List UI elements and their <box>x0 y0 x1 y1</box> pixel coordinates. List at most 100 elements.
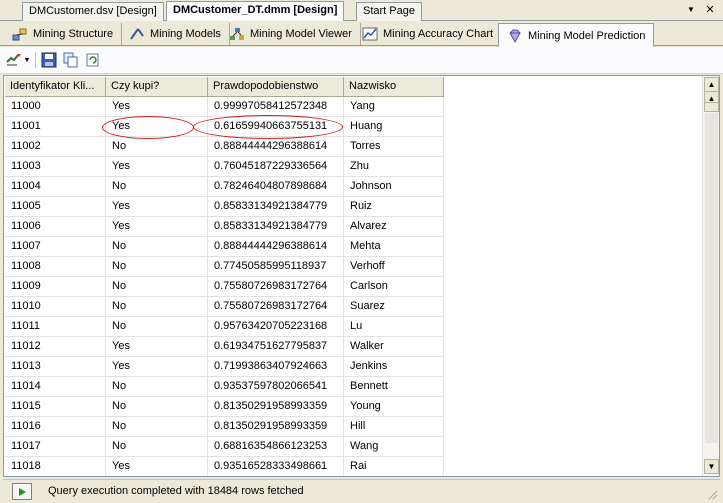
cell-will-buy[interactable]: Yes <box>106 197 208 217</box>
cell-probability[interactable]: 0.61934751627795837 <box>208 337 344 357</box>
vertical-scrollbar[interactable]: ▲ ▲ ▼ <box>702 76 719 476</box>
table-row[interactable]: 11009 No 0.75580726983172764 Carlson <box>5 277 444 297</box>
cell-customer-id[interactable]: 11006 <box>5 217 106 237</box>
cell-last-name[interactable]: Torres <box>344 137 444 157</box>
cell-probability[interactable]: 0.68816354866123253 <box>208 437 344 457</box>
play-icon[interactable] <box>12 483 32 500</box>
cell-customer-id[interactable]: 11011 <box>5 317 106 337</box>
cell-will-buy[interactable]: Yes <box>106 217 208 237</box>
cell-will-buy[interactable]: Yes <box>106 457 208 476</box>
table-row[interactable]: 11002 No 0.88844444296388614 Torres <box>5 137 444 157</box>
cell-last-name[interactable]: Rai <box>344 457 444 476</box>
cell-will-buy[interactable]: Yes <box>106 97 208 117</box>
cell-last-name[interactable]: Mehta <box>344 237 444 257</box>
cell-last-name[interactable]: Johnson <box>344 177 444 197</box>
cell-probability[interactable]: 0.61659940663755131 <box>208 117 344 137</box>
cell-last-name[interactable]: Alvarez <box>344 217 444 237</box>
cell-customer-id[interactable]: 11016 <box>5 417 106 437</box>
cell-will-buy[interactable]: No <box>106 137 208 157</box>
cell-probability[interactable]: 0.75580726983172764 <box>208 297 344 317</box>
cell-will-buy[interactable]: Yes <box>106 357 208 377</box>
column-header-customer-id[interactable]: Identyfikator Kli... <box>5 77 106 97</box>
cell-customer-id[interactable]: 11017 <box>5 437 106 457</box>
doc-tab-dsv[interactable]: DMCustomer.dsv [Design] <box>22 2 164 21</box>
cell-last-name[interactable]: Huang <box>344 117 444 137</box>
cell-probability[interactable]: 0.99997058412572348 <box>208 97 344 117</box>
table-row[interactable]: 11015 No 0.81350291958993359 Young <box>5 397 444 417</box>
cell-will-buy[interactable]: Yes <box>106 337 208 357</box>
cell-customer-id[interactable]: 11003 <box>5 157 106 177</box>
cell-customer-id[interactable]: 11002 <box>5 137 106 157</box>
cell-last-name[interactable]: Young <box>344 397 444 417</box>
cell-customer-id[interactable]: 11000 <box>5 97 106 117</box>
table-row[interactable]: 11007 No 0.88844444296388614 Mehta <box>5 237 444 257</box>
cell-customer-id[interactable]: 11001 <box>5 117 106 137</box>
cell-last-name[interactable]: Jenkins <box>344 357 444 377</box>
cell-will-buy[interactable]: No <box>106 317 208 337</box>
cell-will-buy[interactable]: No <box>106 417 208 437</box>
cell-will-buy[interactable]: No <box>106 257 208 277</box>
table-row[interactable]: 11011 No 0.95763420705223168 Lu <box>5 317 444 337</box>
table-row[interactable]: 11013 Yes 0.71993863407924663 Jenkins <box>5 357 444 377</box>
tab-dropdown-icon[interactable]: ▼ <box>684 3 698 17</box>
cell-customer-id[interactable]: 11007 <box>5 237 106 257</box>
cell-probability[interactable]: 0.95763420705223168 <box>208 317 344 337</box>
cell-will-buy[interactable]: No <box>106 277 208 297</box>
tab-mining-model-prediction[interactable]: Mining Model Prediction <box>498 23 655 47</box>
cell-probability[interactable]: 0.75580726983172764 <box>208 277 344 297</box>
cell-last-name[interactable]: Walker <box>344 337 444 357</box>
cell-last-name[interactable]: Ruiz <box>344 197 444 217</box>
prediction-results-grid[interactable]: Identyfikator Kli... Czy kupi? Prawdopod… <box>3 75 720 477</box>
cell-customer-id[interactable]: 11009 <box>5 277 106 297</box>
tab-mining-model-viewer[interactable]: Mining Model Viewer <box>221 23 361 45</box>
cell-will-buy[interactable]: No <box>106 437 208 457</box>
cell-last-name[interactable]: Lu <box>344 317 444 337</box>
cell-customer-id[interactable]: 11004 <box>5 177 106 197</box>
tab-mining-accuracy-chart[interactable]: Mining Accuracy Chart <box>354 23 503 45</box>
cell-probability[interactable]: 0.88844444296388614 <box>208 137 344 157</box>
table-row[interactable]: 11005 Yes 0.85833134921384779 Ruiz <box>5 197 444 217</box>
cell-customer-id[interactable]: 11014 <box>5 377 106 397</box>
tab-mining-structure[interactable]: Mining Structure <box>4 23 123 45</box>
close-icon[interactable]: ✕ <box>703 3 717 17</box>
save-icon[interactable] <box>40 51 58 69</box>
cell-probability[interactable]: 0.81350291958993359 <box>208 417 344 437</box>
cell-will-buy[interactable]: Yes <box>106 117 208 137</box>
cell-last-name[interactable]: Verhoff <box>344 257 444 277</box>
cell-probability[interactable]: 0.93537597802066541 <box>208 377 344 397</box>
cell-will-buy[interactable]: No <box>106 377 208 397</box>
table-row[interactable]: 11006 Yes 0.85833134921384779 Alvarez <box>5 217 444 237</box>
scroll-down-button[interactable]: ▼ <box>704 459 719 474</box>
table-row[interactable]: 11018 Yes 0.93516528333498661 Rai <box>5 457 444 476</box>
doc-tab-dmm[interactable]: DMCustomer_DT.dmm [Design] <box>166 1 345 22</box>
cell-last-name[interactable]: Hill <box>344 417 444 437</box>
cell-probability[interactable]: 0.93516528333498661 <box>208 457 344 476</box>
column-header-will-buy[interactable]: Czy kupi? <box>106 77 208 97</box>
cell-customer-id[interactable]: 11013 <box>5 357 106 377</box>
cell-will-buy[interactable]: No <box>106 237 208 257</box>
cell-will-buy[interactable]: Yes <box>106 157 208 177</box>
cell-customer-id[interactable]: 11010 <box>5 297 106 317</box>
table-row[interactable]: 11000 Yes 0.99997058412572348 Yang <box>5 97 444 117</box>
scroll-thumb[interactable] <box>704 102 719 112</box>
cell-last-name[interactable]: Zhu <box>344 157 444 177</box>
table-row[interactable]: 11010 No 0.75580726983172764 Suarez <box>5 297 444 317</box>
cell-probability[interactable]: 0.76045187229336564 <box>208 157 344 177</box>
cell-customer-id[interactable]: 11008 <box>5 257 106 277</box>
resize-grip-icon[interactable] <box>706 488 718 500</box>
cell-customer-id[interactable]: 11015 <box>5 397 106 417</box>
cell-last-name[interactable]: Yang <box>344 97 444 117</box>
cell-probability[interactable]: 0.85833134921384779 <box>208 217 344 237</box>
table-row[interactable]: 11014 No 0.93537597802066541 Bennett <box>5 377 444 397</box>
cell-probability[interactable]: 0.77450585995118937 <box>208 257 344 277</box>
cell-customer-id[interactable]: 11012 <box>5 337 106 357</box>
table-row[interactable]: 11008 No 0.77450585995118937 Verhoff <box>5 257 444 277</box>
cell-last-name[interactable]: Wang <box>344 437 444 457</box>
cell-last-name[interactable]: Carlson <box>344 277 444 297</box>
copy-results-icon[interactable] <box>62 51 80 69</box>
cell-probability[interactable]: 0.71993863407924663 <box>208 357 344 377</box>
table-row[interactable]: 11016 No 0.81350291958993359 Hill <box>5 417 444 437</box>
cell-probability[interactable]: 0.81350291958993359 <box>208 397 344 417</box>
column-header-last-name[interactable]: Nazwisko <box>344 77 444 97</box>
refresh-icon[interactable] <box>84 51 102 69</box>
